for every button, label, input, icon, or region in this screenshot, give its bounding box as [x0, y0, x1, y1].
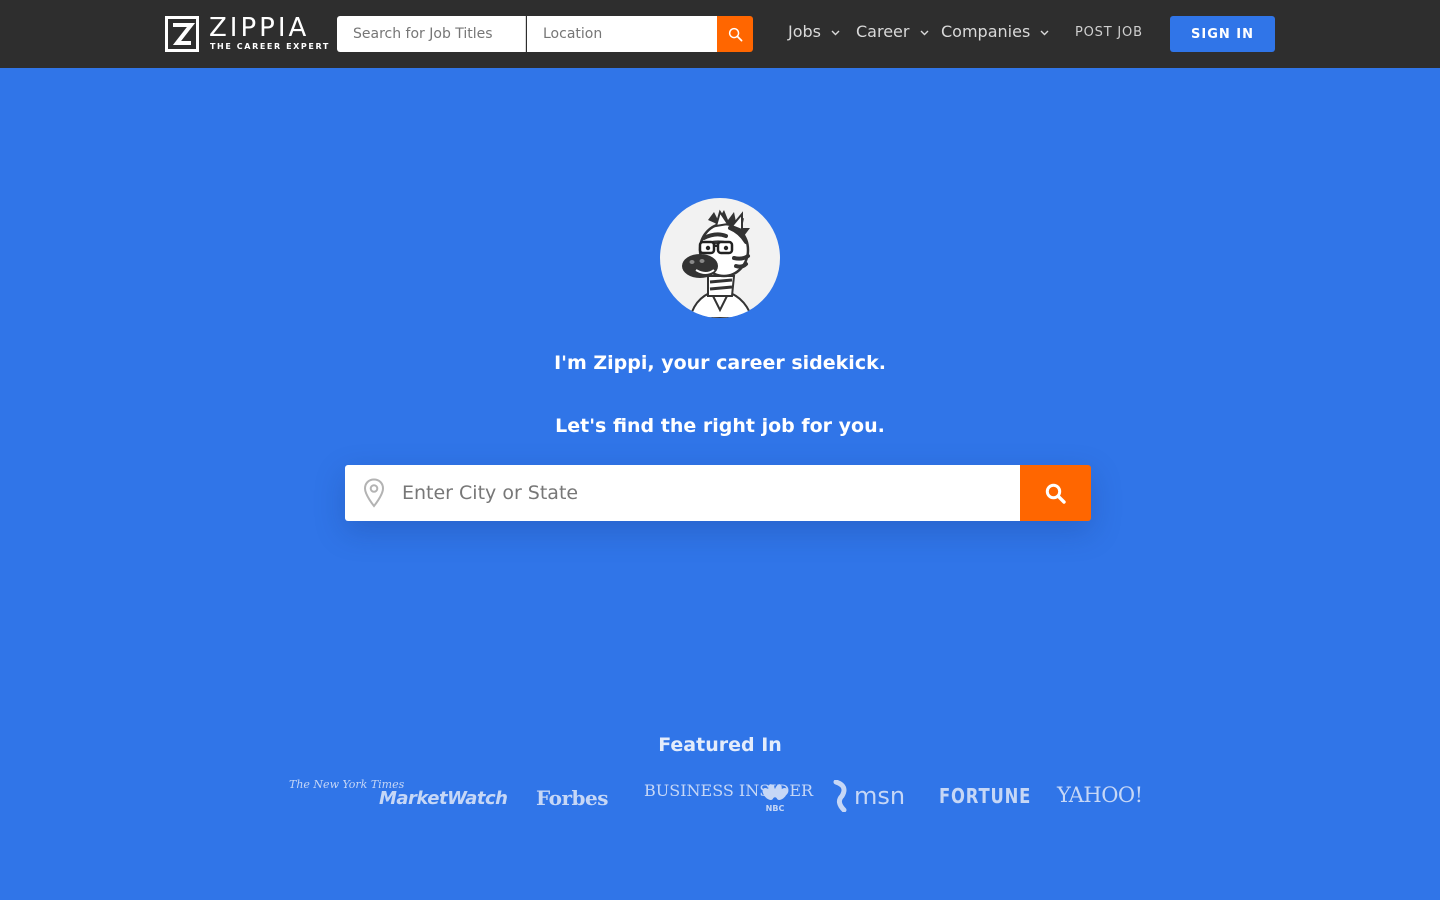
chevron-down-icon	[920, 30, 929, 35]
hero-intro-text: I'm Zippi, your career sidekick.	[554, 352, 886, 374]
nav-companies-menu[interactable]: Companies	[941, 22, 1049, 41]
new-york-times-logo: The New York Times	[289, 778, 405, 791]
nav-jobs-menu[interactable]: Jobs	[788, 22, 840, 41]
zippia-logo[interactable]: ZIPPIA THE CAREER EXPERT	[165, 13, 328, 52]
header-search-button[interactable]	[717, 16, 753, 52]
nav-career-menu[interactable]: Career	[856, 22, 929, 41]
search-icon	[728, 27, 742, 41]
job-title-search-input[interactable]	[337, 16, 526, 52]
zebra-mascot-illustration	[682, 209, 754, 318]
nbc-peacock-icon: NBC	[762, 784, 788, 813]
location-pin-icon	[363, 478, 385, 508]
nbc-logo: NBC	[760, 783, 790, 813]
top-nav-bar: ZIPPIA THE CAREER EXPERT Jobs Career Com…	[0, 0, 1440, 68]
hero-subtitle-text: Let's find the right job for you.	[555, 415, 885, 437]
chevron-down-icon	[1040, 30, 1049, 35]
fortune-logo: FORTUNE	[939, 784, 1032, 808]
msn-logo-text: msn	[854, 782, 906, 810]
search-icon	[1045, 483, 1066, 504]
msn-butterfly-icon	[833, 779, 847, 813]
logo-wordmark: ZIPPIA	[209, 13, 310, 43]
yahoo-logo: YAHOO!	[1057, 783, 1143, 807]
logo-tagline: THE CAREER EXPERT	[210, 42, 330, 51]
nav-career-label: Career	[856, 22, 910, 41]
chevron-down-icon	[831, 30, 840, 35]
find-jobs-search-button[interactable]	[1020, 465, 1091, 521]
zippia-logo-icon	[165, 16, 199, 52]
nbc-logo-text: NBC	[766, 804, 785, 813]
featured-in-heading: Featured In	[658, 734, 782, 756]
zebra-mascot-avatar	[660, 198, 780, 318]
header-location-input[interactable]	[527, 16, 717, 52]
business-insider-logo: BUSINESS INSIDER	[644, 781, 814, 800]
forbes-logo: Forbes	[536, 786, 608, 810]
city-state-input[interactable]	[402, 465, 1002, 521]
location-input-container[interactable]	[345, 465, 1020, 521]
sign-in-button[interactable]: SIGN IN	[1170, 16, 1275, 52]
post-job-link[interactable]: POST JOB	[1075, 25, 1143, 40]
nav-jobs-label: Jobs	[788, 22, 821, 41]
marketwatch-logo: MarketWatch	[379, 788, 508, 809]
nav-companies-label: Companies	[941, 22, 1031, 41]
msn-logo: msn	[832, 779, 905, 813]
location-search-bar	[345, 465, 1091, 521]
